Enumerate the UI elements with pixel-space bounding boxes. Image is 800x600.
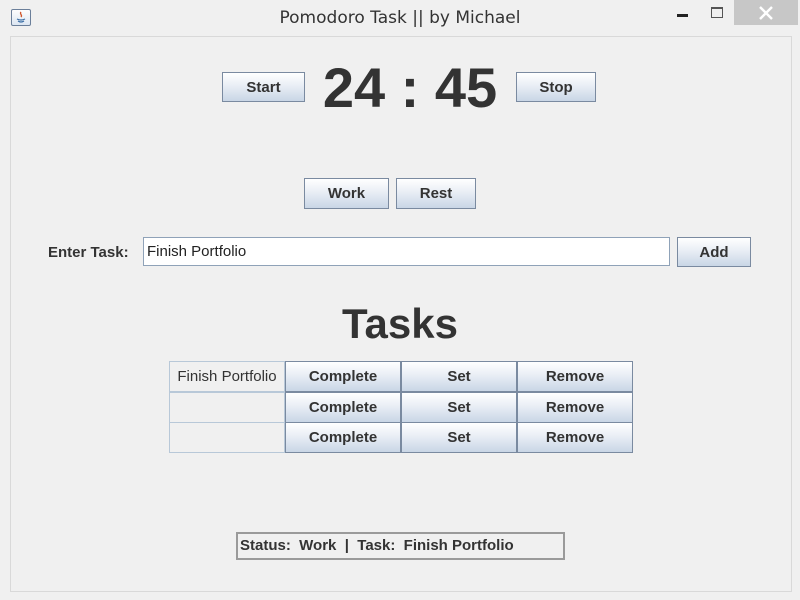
work-button[interactable]: Work	[304, 178, 389, 209]
minimize-button[interactable]	[665, 0, 701, 25]
complete-button[interactable]: Complete	[285, 422, 401, 453]
title-bar[interactable]: Pomodoro Task || by Michael	[0, 0, 800, 36]
complete-button[interactable]: Complete	[285, 361, 401, 392]
timer-display: 24 : 45	[322, 56, 498, 119]
task-name-cell	[169, 392, 285, 423]
set-button[interactable]: Set	[401, 361, 517, 392]
stop-button[interactable]: Stop	[516, 72, 596, 102]
add-button[interactable]: Add	[677, 237, 751, 267]
app-window: Pomodoro Task || by Michael Start 24 : 4…	[0, 0, 800, 600]
set-button[interactable]: Set	[401, 422, 517, 453]
task-name-cell: Finish Portfolio	[169, 361, 285, 392]
close-icon	[759, 6, 773, 20]
enter-task-label: Enter Task:	[48, 244, 129, 261]
task-name-cell	[169, 422, 285, 453]
set-button[interactable]: Set	[401, 392, 517, 423]
remove-button[interactable]: Remove	[517, 422, 633, 453]
start-button[interactable]: Start	[222, 72, 305, 102]
tasks-heading: Tasks	[342, 300, 458, 347]
status-bar: Status: Work | Task: Finish Portfolio	[236, 532, 565, 560]
close-button[interactable]	[734, 0, 798, 25]
task-input[interactable]	[143, 237, 670, 266]
remove-button[interactable]: Remove	[517, 392, 633, 423]
complete-button[interactable]: Complete	[285, 392, 401, 423]
remove-button[interactable]: Remove	[517, 361, 633, 392]
rest-button[interactable]: Rest	[396, 178, 476, 209]
maximize-button[interactable]	[701, 0, 733, 25]
